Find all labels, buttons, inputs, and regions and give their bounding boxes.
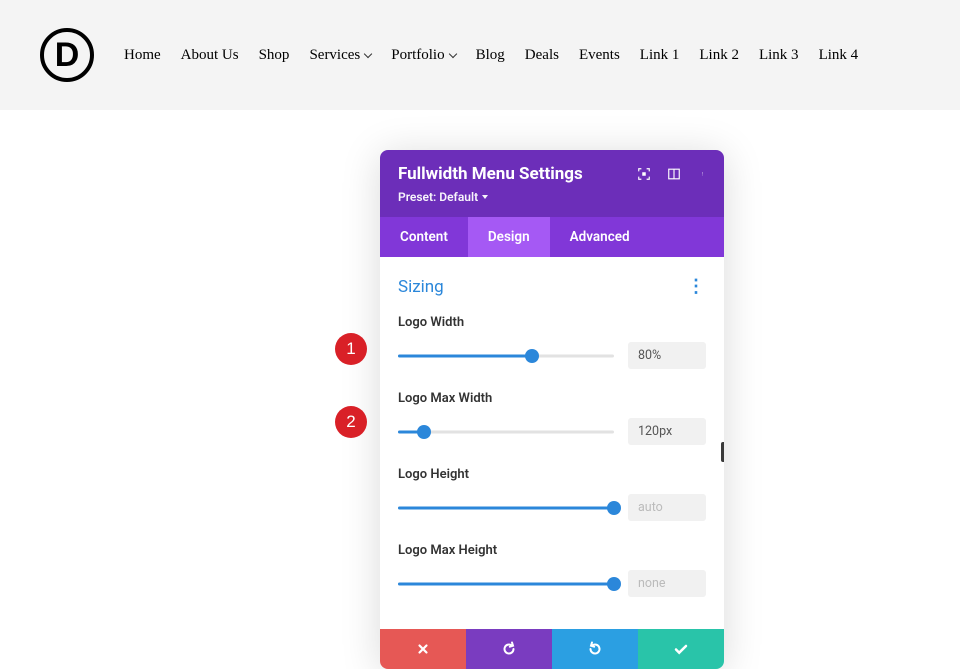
- nav-item-label: Portfolio: [391, 47, 444, 64]
- cancel-button[interactable]: [380, 629, 466, 669]
- logo: D: [40, 28, 94, 82]
- chevron-down-icon: [448, 49, 456, 57]
- control-label: Logo Height: [398, 467, 706, 482]
- tab-advanced[interactable]: Advanced: [550, 217, 650, 257]
- nav-item-label: Blog: [476, 47, 505, 64]
- control-row: Logo Max Height none: [398, 543, 706, 597]
- controls-list: Logo Width 80% Logo Max Width 120px Logo Hei…: [398, 315, 706, 597]
- control-row: Logo Width 80%: [398, 315, 706, 369]
- nav-item[interactable]: Link 1: [640, 47, 680, 64]
- section-title: Sizing: [398, 277, 444, 297]
- nav-item-label: Services: [309, 47, 360, 64]
- more-icon[interactable]: [696, 166, 712, 182]
- panel-header-actions: [636, 166, 712, 182]
- slider-thumb[interactable]: [607, 501, 621, 515]
- nav-item[interactable]: Link 2: [699, 47, 739, 64]
- preset-label: Preset: Default: [398, 190, 478, 204]
- chevron-down-icon: [364, 49, 372, 57]
- control-input-row: auto: [398, 494, 706, 521]
- redo-button[interactable]: [552, 629, 638, 669]
- slider[interactable]: [398, 348, 614, 364]
- slider[interactable]: [398, 424, 614, 440]
- chevron-down-icon: [482, 195, 488, 199]
- nav-item-label: Home: [124, 47, 161, 64]
- panel-tabs: ContentDesignAdvanced: [380, 217, 724, 257]
- control-input-row: 80%: [398, 342, 706, 369]
- slider-thumb[interactable]: [607, 577, 621, 591]
- section-menu-icon[interactable]: ⋮: [687, 283, 706, 290]
- control-label: Logo Max Height: [398, 543, 706, 558]
- scrollbar-thumb[interactable]: [721, 442, 724, 462]
- control-row: Logo Height auto: [398, 467, 706, 521]
- nav-item-label: Deals: [525, 47, 559, 64]
- control-value-input[interactable]: none: [628, 570, 706, 597]
- control-input-row: 120px: [398, 418, 706, 445]
- main-nav: Home About Us Shop Services Portfolio Blog Dea…: [124, 47, 858, 64]
- columns-icon[interactable]: [666, 166, 682, 182]
- undo-button[interactable]: [466, 629, 552, 669]
- control-value-input[interactable]: 120px: [628, 418, 706, 445]
- nav-item[interactable]: Services: [309, 47, 371, 64]
- nav-item[interactable]: About Us: [181, 47, 239, 64]
- control-value-input[interactable]: 80%: [628, 342, 706, 369]
- slider[interactable]: [398, 500, 614, 516]
- tab-design[interactable]: Design: [468, 217, 550, 257]
- nav-item-label: Link 1: [640, 47, 680, 64]
- nav-item[interactable]: Link 3: [759, 47, 799, 64]
- nav-item[interactable]: Home: [124, 47, 161, 64]
- focus-icon[interactable]: [636, 166, 652, 182]
- nav-item[interactable]: Portfolio: [391, 47, 455, 64]
- slider-thumb[interactable]: [525, 349, 539, 363]
- panel-actions: [380, 629, 724, 669]
- slider[interactable]: [398, 576, 614, 592]
- panel-body: Sizing ⋮ Logo Width 80% Logo Max Width 120p…: [380, 257, 724, 629]
- nav-item-label: Link 3: [759, 47, 799, 64]
- control-input-row: none: [398, 570, 706, 597]
- tab-content[interactable]: Content: [380, 217, 468, 257]
- panel-header: Fullwidth Menu Settings Preset: Default: [380, 150, 724, 217]
- control-label: Logo Width: [398, 315, 706, 330]
- nav-item-label: Link 4: [819, 47, 859, 64]
- annotation-badge-1: 1: [335, 333, 367, 365]
- preset-selector[interactable]: Preset: Default: [398, 190, 488, 204]
- nav-item-label: About Us: [181, 47, 239, 64]
- nav-item[interactable]: Deals: [525, 47, 559, 64]
- nav-item[interactable]: Events: [579, 47, 620, 64]
- control-value-input[interactable]: auto: [628, 494, 706, 521]
- nav-item-label: Shop: [259, 47, 290, 64]
- annotation-badge-2: 2: [335, 406, 367, 438]
- settings-panel: Fullwidth Menu Settings Preset: Default: [380, 150, 724, 669]
- section-header: Sizing ⋮: [398, 277, 706, 297]
- page-header: D Home About Us Shop Services Portfolio Blog D…: [0, 0, 960, 110]
- slider-thumb[interactable]: [417, 425, 431, 439]
- nav-item[interactable]: Blog: [476, 47, 505, 64]
- control-label: Logo Max Width: [398, 391, 706, 406]
- nav-item-label: Link 2: [699, 47, 739, 64]
- nav-item-label: Events: [579, 47, 620, 64]
- nav-item[interactable]: Link 4: [819, 47, 859, 64]
- save-button[interactable]: [638, 629, 724, 669]
- nav-item[interactable]: Shop: [259, 47, 290, 64]
- control-row: Logo Max Width 120px: [398, 391, 706, 445]
